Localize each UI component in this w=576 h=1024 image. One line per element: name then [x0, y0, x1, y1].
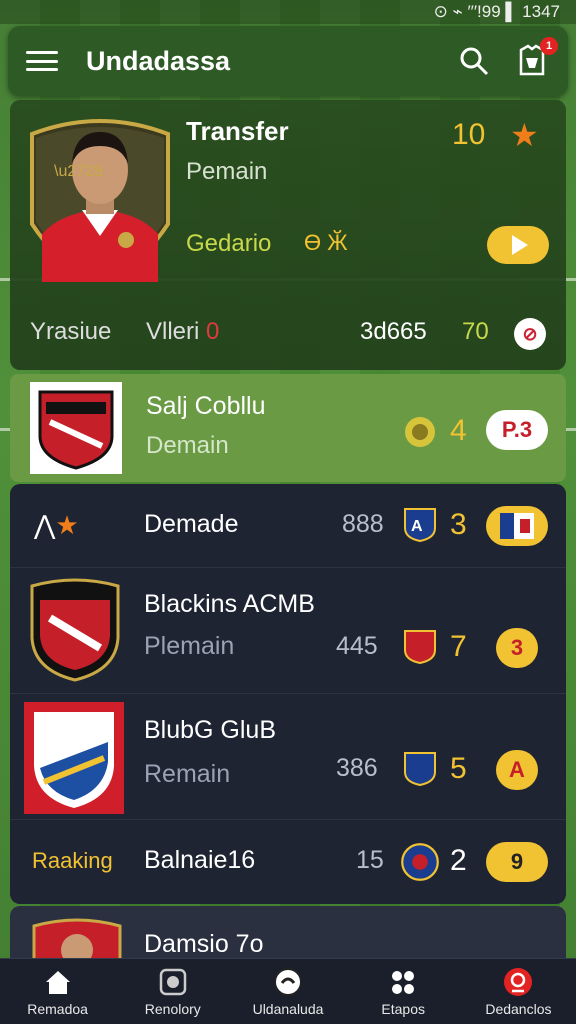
crest-icon	[401, 843, 439, 881]
list-item[interactable]: BlubG GluB Remain 386 5 A	[10, 694, 566, 820]
list-item[interactable]: ⋀★ Demade 888 A 3	[10, 484, 566, 568]
row-title: BlubG GluB	[144, 716, 277, 744]
club-crest	[30, 578, 120, 682]
nav-label: Remadoa	[27, 1000, 88, 1017]
player-club: Gedario	[186, 230, 272, 257]
row-number: 3	[450, 508, 467, 541]
shield-icon	[159, 968, 187, 995]
row-number: 2	[450, 844, 467, 877]
row-pill[interactable]: 9	[486, 842, 548, 882]
nav-item-players[interactable]: Etapos	[346, 959, 461, 1024]
notification-badge: 1	[540, 37, 558, 55]
club-pill[interactable]: P.3	[486, 410, 548, 450]
row-title: Balnaie16	[144, 846, 256, 874]
club-icon[interactable]: ⊘	[514, 318, 546, 350]
nav-item-match[interactable]: Uldanaluda	[230, 959, 345, 1024]
player-subtitle: Pemain	[186, 158, 268, 185]
play-icon	[512, 235, 528, 255]
nav-item-home[interactable]: Remadoa	[0, 959, 115, 1024]
home-icon	[45, 970, 70, 994]
club-status: Demain	[146, 432, 229, 459]
row-value: 888	[342, 510, 384, 538]
row-title: Blackins ACMB	[144, 590, 315, 618]
app-bar: Undadassa 1	[8, 26, 568, 96]
app-title: Undadassa	[86, 45, 231, 76]
nav-label: Dedanclos	[485, 1000, 552, 1017]
menu-icon[interactable]	[24, 47, 60, 75]
player-title: Transfer	[186, 116, 289, 146]
row-value: 386	[336, 754, 378, 782]
row-pill[interactable]: 3	[496, 628, 538, 668]
stat-value-2: 70	[462, 318, 489, 345]
svg-text:\u2728: \u2728	[54, 163, 103, 180]
status-text: ⊙ ⌁ ′′′!99 ▌ 1347	[433, 2, 560, 21]
crest-icon	[404, 752, 436, 786]
nav-label: Uldanaluda	[252, 1000, 324, 1017]
crest-icon	[404, 630, 436, 664]
row-subtitle: Plemain	[144, 632, 235, 660]
list-item[interactable]: Blackins ACMB Plemain 445 7 3	[10, 568, 566, 694]
row-title: Demade	[144, 510, 239, 538]
ball-icon	[274, 967, 302, 996]
trophy-icon	[405, 417, 435, 447]
status-bar: ⊙ ⌁ ′′′!99 ▌ 1347	[0, 0, 576, 24]
next-card[interactable]: Damsio 7o	[10, 906, 566, 966]
search-icon	[460, 47, 489, 76]
club-number: 4	[450, 414, 467, 447]
row-number: 5	[450, 752, 467, 785]
row-value: 15	[356, 846, 384, 874]
club-icon	[504, 967, 533, 996]
club-card-highlight[interactable]: Salj Cobllu Demain 4 P.3	[10, 374, 566, 482]
next-card-title: Damsio 7o	[144, 930, 264, 958]
stat-label-1: Yrasiue	[30, 318, 112, 345]
crest-icon: A	[404, 508, 436, 542]
nav-label: Etapos	[381, 1000, 425, 1017]
stat-label-2: Vlleri 0	[146, 318, 220, 345]
club-marks: Ө Ӂ	[304, 230, 348, 255]
club-list: ⋀★ Demade 888 A 3 Blackins ACMB Plemain …	[10, 484, 566, 904]
club-crest	[30, 382, 122, 474]
bottom-nav: Remadoa Renolory Uldanaluda Etapos Dedan…	[0, 958, 576, 1024]
row-pill[interactable]	[486, 506, 548, 546]
people-icon	[392, 970, 415, 994]
flag-icon	[500, 513, 534, 539]
star-icon: ★	[510, 117, 539, 153]
stat-value-1: 3d665	[360, 318, 427, 345]
rank-icon: ⋀★	[34, 510, 79, 540]
player-rating: 10	[452, 118, 486, 151]
row-label: Raaking	[32, 848, 113, 873]
row-value: 445	[336, 632, 378, 660]
club-crest	[24, 702, 124, 814]
search-button[interactable]	[454, 41, 494, 81]
nav-item-clubs[interactable]: Dedanclos	[461, 959, 576, 1024]
list-item[interactable]: Raaking Balnaie16 15 2 9	[10, 820, 566, 904]
row-number: 7	[450, 630, 467, 663]
play-button[interactable]	[487, 226, 549, 264]
nav-item-team[interactable]: Renolory	[115, 959, 230, 1024]
row-subtitle: Remain	[144, 760, 231, 788]
club-name: Salj Cobllu	[146, 392, 266, 420]
player-card[interactable]: \u2728 Transfer Pemain 10 ★ Gedario Ө Ӂ …	[10, 100, 566, 370]
nav-label: Renolory	[144, 1000, 201, 1017]
team-button[interactable]: 1	[512, 37, 558, 81]
player-portrait: \u2728	[30, 119, 170, 282]
row-pill[interactable]: A	[496, 750, 538, 790]
svg-text:A: A	[411, 518, 423, 535]
